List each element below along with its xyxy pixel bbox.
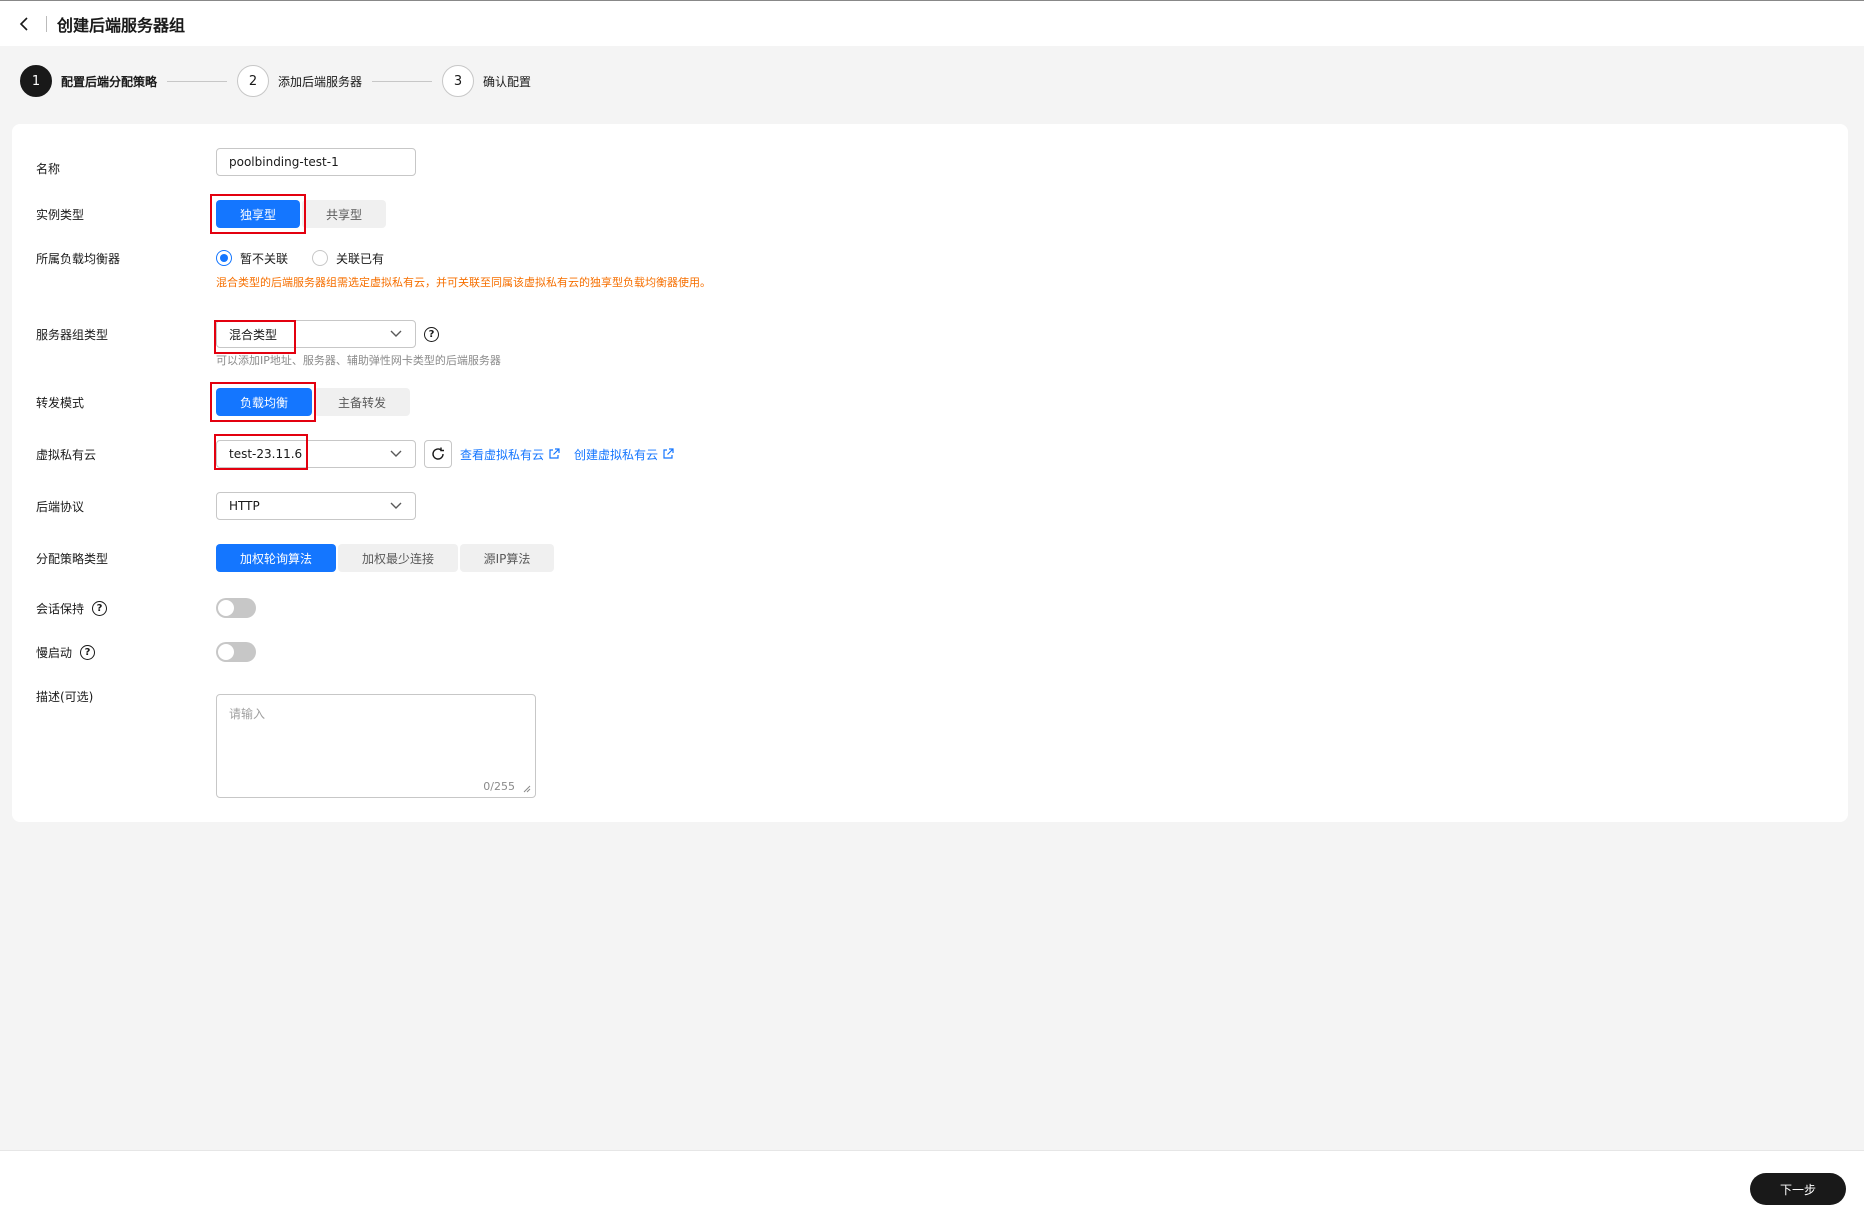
slow-start-label-group: 慢启动 ? bbox=[36, 642, 96, 662]
view-vpc-link[interactable]: 查看虚拟私有云 bbox=[460, 446, 560, 463]
instance-type-label: 实例类型 bbox=[36, 207, 85, 222]
step-label: 确认配置 bbox=[483, 74, 532, 89]
textarea-placeholder: 请输入 bbox=[229, 707, 266, 721]
radio-label: 关联已有 bbox=[336, 251, 385, 266]
form-card: 名称 poolbinding-test-1 实例类型 独享型 共享型 所属负载均… bbox=[12, 124, 1848, 822]
step-3: 3 确认配置 bbox=[442, 65, 531, 97]
forward-mode-active-standby-button[interactable]: 主备转发 bbox=[314, 388, 410, 416]
help-icon[interactable]: ? bbox=[92, 600, 108, 616]
create-vpc-link[interactable]: 创建虚拟私有云 bbox=[574, 446, 674, 463]
highlight-box bbox=[214, 320, 296, 354]
page-title: 创建后端服务器组 bbox=[57, 15, 186, 35]
link-text: 创建虚拟私有云 bbox=[574, 447, 659, 462]
step-label: 添加后端服务器 bbox=[278, 74, 363, 89]
load-balancer-warning: 混合类型的后端服务器组需选定虚拟私有云，并可关联至同属该虚拟私有云的独享型负载均… bbox=[216, 276, 711, 289]
backend-protocol-select[interactable]: HTTP bbox=[216, 492, 416, 520]
radio-label: 暂不关联 bbox=[240, 251, 289, 266]
top-bar: 创建后端服务器组 bbox=[0, 0, 1864, 46]
description-textarea[interactable]: 请输入 0/255 bbox=[216, 694, 536, 798]
divider bbox=[46, 15, 47, 32]
server-group-type-hint: 可以添加IP地址、服务器、辅助弹性网卡类型的后端服务器 bbox=[216, 354, 501, 367]
highlight-box bbox=[210, 194, 306, 234]
step-2: 2 添加后端服务器 bbox=[237, 65, 362, 97]
next-button[interactable]: 下一步 bbox=[1750, 1173, 1846, 1205]
footer-bar: 下一步 bbox=[0, 1150, 1864, 1213]
sticky-session-label: 会话保持 bbox=[36, 601, 85, 616]
algorithm-label: 分配策略类型 bbox=[36, 551, 109, 566]
help-icon[interactable]: ? bbox=[80, 644, 96, 660]
link-text: 查看虚拟私有云 bbox=[460, 447, 545, 462]
external-link-icon bbox=[663, 448, 674, 459]
step-connector bbox=[167, 80, 228, 82]
forward-mode-label: 转发模式 bbox=[36, 395, 85, 410]
resize-handle-icon[interactable] bbox=[523, 785, 531, 793]
slow-start-toggle[interactable] bbox=[216, 642, 256, 662]
load-balancer-label: 所属负载均衡器 bbox=[36, 251, 121, 266]
server-group-type-label: 服务器组类型 bbox=[36, 327, 109, 342]
vpc-label: 虚拟私有云 bbox=[36, 447, 97, 462]
name-input[interactable]: poolbinding-test-1 bbox=[216, 148, 416, 176]
load-balancer-radio-group: 暂不关联 关联已有 混合类型的后端服务器组需选定虚拟私有云，并可关联至同属该虚拟… bbox=[216, 248, 711, 290]
radio-checked-icon bbox=[216, 250, 232, 266]
radio-associate-existing[interactable]: 关联已有 bbox=[312, 250, 384, 267]
highlight-box bbox=[214, 434, 308, 470]
sticky-session-toggle[interactable] bbox=[216, 598, 256, 618]
description-label: 描述(可选) bbox=[36, 689, 94, 704]
chevron-down-icon bbox=[389, 327, 403, 341]
name-label: 名称 bbox=[36, 161, 61, 176]
radio-no-association[interactable]: 暂不关联 bbox=[216, 250, 288, 267]
slow-start-label: 慢启动 bbox=[36, 645, 73, 660]
step-connector bbox=[372, 80, 433, 82]
algorithm-weighted-least-conn-button[interactable]: 加权最少连接 bbox=[338, 544, 458, 572]
step-number: 1 bbox=[20, 65, 52, 97]
instance-type-shared-button[interactable]: 共享型 bbox=[302, 200, 386, 228]
backend-protocol-label: 后端协议 bbox=[36, 499, 85, 514]
refresh-icon bbox=[432, 447, 444, 460]
highlight-box bbox=[210, 382, 316, 422]
external-link-icon bbox=[549, 448, 560, 459]
stepper: 1 配置后端分配策略 2 添加后端服务器 3 确认配置 bbox=[20, 64, 531, 98]
algorithm-segmented: 加权轮询算法 加权最少连接 源IP算法 bbox=[216, 544, 554, 572]
refresh-button[interactable] bbox=[424, 440, 452, 468]
help-icon[interactable]: ? bbox=[424, 326, 439, 342]
sticky-session-label-group: 会话保持 ? bbox=[36, 598, 108, 618]
step-label: 配置后端分配策略 bbox=[61, 74, 158, 89]
step-1: 1 配置后端分配策略 bbox=[20, 65, 157, 97]
select-value: HTTP bbox=[229, 499, 260, 513]
radio-unchecked-icon bbox=[312, 250, 329, 266]
step-number: 3 bbox=[442, 65, 475, 97]
algorithm-weighted-round-robin-button[interactable]: 加权轮询算法 bbox=[216, 544, 336, 572]
step-number: 2 bbox=[237, 65, 270, 97]
chevron-left-icon bbox=[19, 16, 28, 31]
back-button[interactable] bbox=[14, 13, 36, 35]
algorithm-source-ip-button[interactable]: 源IP算法 bbox=[460, 544, 554, 572]
chevron-down-icon bbox=[389, 447, 403, 461]
chevron-down-icon bbox=[389, 499, 403, 513]
char-counter: 0/255 bbox=[483, 780, 515, 793]
